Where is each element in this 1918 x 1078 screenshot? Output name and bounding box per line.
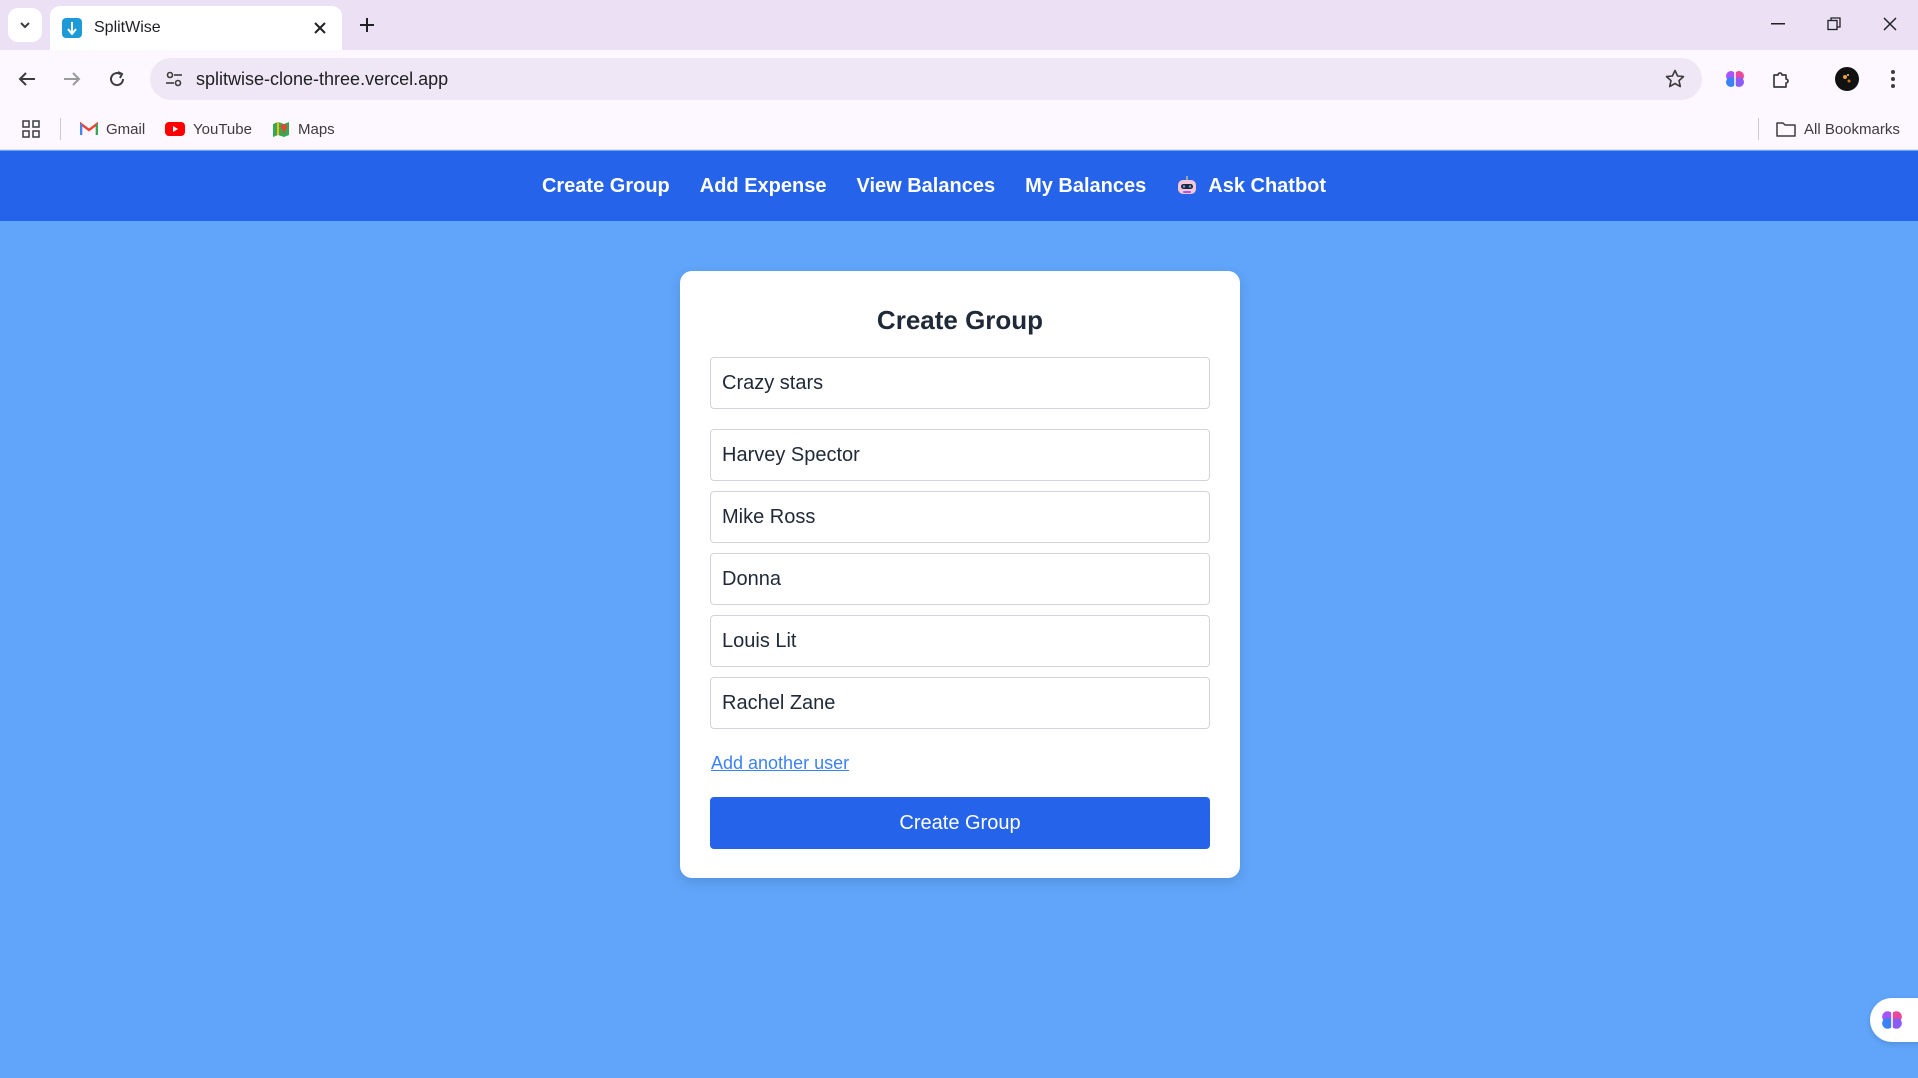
tab-search-button[interactable]	[8, 8, 42, 42]
brain-extension-icon[interactable]	[1718, 62, 1752, 96]
user-name-input[interactable]	[710, 429, 1210, 481]
nav-add-expense[interactable]: Add Expense	[700, 175, 827, 198]
robot-icon	[1176, 175, 1198, 197]
nav-create-group[interactable]: Create Group	[542, 175, 670, 198]
bookmark-youtube[interactable]: YouTube	[165, 108, 252, 150]
address-bar[interactable]: splitwise-clone-three.vercel.app	[150, 58, 1702, 100]
close-window-icon[interactable]	[1870, 8, 1910, 40]
browser-tabstrip: SplitWise	[0, 0, 1918, 50]
bookmark-label: Maps	[298, 120, 335, 138]
all-bookmarks-label: All Bookmarks	[1804, 120, 1900, 138]
maps-icon	[272, 120, 290, 138]
chevron-down-icon	[20, 22, 30, 29]
bookmarks-bar: Gmail YouTube Maps All Bookmarks	[0, 108, 1918, 150]
bookmarks-divider	[1758, 118, 1759, 140]
create-group-button[interactable]: Create Group	[710, 797, 1210, 849]
group-name-input[interactable]	[710, 357, 1210, 409]
page-title: Create Group	[876, 305, 1044, 335]
nav-ask-chatbot-label: Ask Chatbot	[1208, 174, 1327, 197]
splitwise-favicon-icon	[62, 18, 82, 38]
reload-icon[interactable]	[100, 62, 134, 96]
nav-my-balances[interactable]: My Balances	[1025, 175, 1146, 198]
close-tab-icon[interactable]	[310, 18, 330, 38]
new-tab-icon[interactable]	[352, 10, 382, 40]
menu-kebab-icon[interactable]	[1876, 62, 1910, 96]
gmail-icon	[80, 122, 98, 136]
user-name-input[interactable]	[710, 491, 1210, 543]
tab-title: SplitWise	[94, 19, 161, 36]
user-fields-list	[710, 429, 1210, 729]
add-another-user-link[interactable]: Add another user	[711, 753, 849, 774]
minimize-icon[interactable]	[1758, 8, 1798, 40]
bookmark-maps[interactable]: Maps	[272, 108, 335, 150]
bookmark-label: YouTube	[193, 120, 252, 138]
floating-extension-button[interactable]	[1870, 998, 1918, 1042]
browser-tab[interactable]: SplitWise	[50, 6, 342, 50]
folder-icon	[1776, 121, 1796, 137]
app-navbar: Create Group Add Expense View Balances M…	[0, 151, 1918, 221]
url-text: splitwise-clone-three.vercel.app	[196, 68, 449, 89]
forward-icon[interactable]	[55, 62, 89, 96]
youtube-icon	[165, 122, 185, 136]
extensions-puzzle-icon[interactable]	[1764, 62, 1798, 96]
user-name-input[interactable]	[710, 553, 1210, 605]
user-name-input[interactable]	[710, 615, 1210, 667]
browser-toolbar: splitwise-clone-three.vercel.app	[0, 50, 1918, 108]
profile-avatar[interactable]	[1830, 62, 1864, 96]
bookmark-gmail[interactable]: Gmail	[80, 108, 145, 150]
restore-icon[interactable]	[1814, 8, 1854, 40]
brain-icon	[1882, 1011, 1902, 1029]
create-group-card: Create Group Add another user Create Gro…	[680, 271, 1240, 878]
bookmark-star-icon[interactable]	[1658, 62, 1692, 96]
all-bookmarks[interactable]: All Bookmarks	[1776, 108, 1900, 150]
site-info-icon[interactable]	[158, 63, 190, 95]
apps-grid-icon[interactable]	[22, 108, 40, 150]
nav-ask-chatbot[interactable]: Ask Chatbot	[1176, 175, 1326, 198]
bookmark-label: Gmail	[106, 120, 146, 138]
user-name-input[interactable]	[710, 677, 1210, 729]
bookmarks-divider	[60, 118, 61, 140]
back-icon[interactable]	[10, 62, 44, 96]
nav-view-balances[interactable]: View Balances	[856, 175, 995, 198]
